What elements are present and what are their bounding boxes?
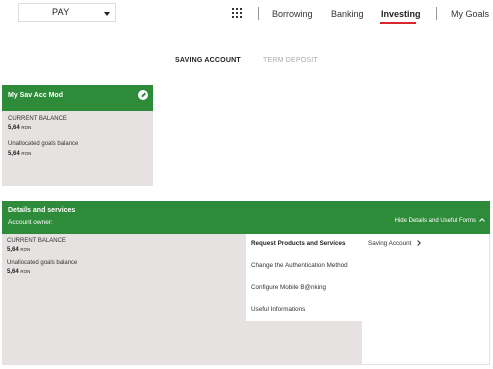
active-nav-indicator — [380, 22, 416, 24]
nav-divider — [436, 7, 437, 20]
details-current-balance-value: 5,64 RON — [7, 247, 31, 253]
details-balances-panel: CURRENT BALANCE 5,64 RON Unallocated goa… — [2, 234, 246, 365]
nav-my-goals[interactable]: My Goals — [451, 9, 489, 19]
nav-banking[interactable]: Banking — [331, 9, 364, 19]
pay-dropdown-label: PAY — [52, 7, 70, 17]
pay-dropdown[interactable]: PAY — [18, 3, 116, 22]
unallocated-balance-label: Unallocated goals balance — [8, 141, 79, 147]
current-balance-value: 5,64 RON — [8, 125, 32, 131]
details-current-balance-label: CURRENT BALANCE — [7, 238, 66, 244]
account-card[interactable]: My Sav Acc Mod CURRENT BALANCE 5,64 RON … — [2, 85, 153, 186]
chevron-up-icon — [479, 218, 485, 224]
hide-details-link[interactable]: Hide Details and Useful Forms — [395, 218, 485, 224]
edit-icon[interactable] — [138, 90, 148, 100]
current-balance-label: CURRENT BALANCE — [8, 116, 67, 122]
chevron-right-icon — [415, 240, 422, 246]
details-unallocated-label: Unallocated goals balance — [7, 260, 78, 266]
submenu-saving-account[interactable]: Saving Account — [368, 240, 422, 247]
nav-borrowing[interactable]: Borrowing — [272, 9, 313, 19]
nav-investing[interactable]: Investing — [381, 9, 421, 19]
menu-configure-mobile-banking[interactable]: Configure Mobile B@nking — [251, 284, 326, 291]
account-card-header: My Sav Acc Mod — [2, 85, 153, 111]
submenu-panel — [362, 234, 490, 365]
account-owner-label: Account owner: — [8, 219, 53, 226]
nav-divider — [258, 7, 259, 20]
account-card-title: My Sav Acc Mod — [8, 92, 63, 99]
details-header: Details and services Account owner: Hide… — [2, 201, 490, 234]
menu-request-products[interactable]: Request Products and Services — [251, 240, 346, 247]
unallocated-balance-value: 5,64 RON — [8, 151, 32, 157]
details-unallocated-value: 5,64 RON — [7, 269, 31, 275]
services-menu-filler — [246, 321, 362, 365]
apps-grid-icon[interactable] — [232, 8, 242, 18]
menu-useful-informations[interactable]: Useful Informations — [251, 306, 305, 313]
chevron-down-icon — [104, 12, 110, 16]
tab-saving-account[interactable]: SAVING ACCOUNT — [175, 57, 241, 64]
menu-change-authentication[interactable]: Change the Authentication Method — [251, 262, 348, 269]
details-title: Details and services — [8, 207, 76, 214]
top-navigation: PAY Borrowing Banking Investing My Goals — [0, 0, 493, 28]
tab-term-deposit[interactable]: TERM DEPOSIT — [263, 57, 318, 64]
